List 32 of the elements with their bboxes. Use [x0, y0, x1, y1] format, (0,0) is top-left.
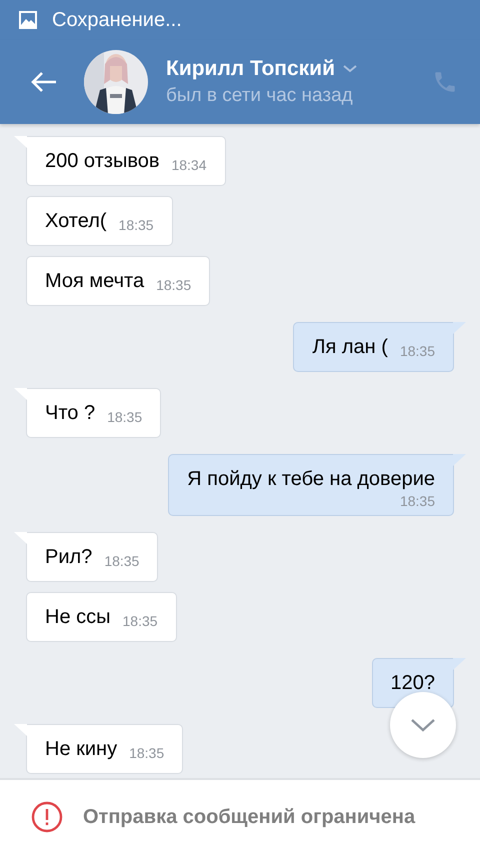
scroll-down-button[interactable]: [390, 692, 456, 758]
message-text: 120?: [390, 671, 435, 695]
message-time: 18:34: [171, 157, 207, 173]
warning-icon: [31, 801, 63, 833]
chevron-down-icon[interactable]: [343, 65, 358, 73]
message-text: Хотел(: [45, 209, 107, 233]
message-time: 18:35: [400, 493, 435, 509]
notification-text: Сохранение...: [52, 8, 182, 32]
message-text: Не кину: [45, 737, 118, 761]
message-text: Я пойду к тебе на доверие: [187, 467, 435, 491]
message-time: 18:35: [107, 409, 142, 425]
message-text: Ля лан (: [312, 335, 388, 359]
chevron-down-icon: [410, 718, 436, 732]
message-time: 18:35: [104, 553, 140, 569]
message-bubble[interactable]: Хотел( 18:35: [26, 196, 173, 246]
message-time: 18:35: [118, 217, 154, 233]
restriction-notice: Отправка сообщений ограничена: [83, 806, 416, 828]
message-time: 18:35: [156, 277, 192, 293]
message-bubble[interactable]: Моя мечта 18:35: [26, 256, 210, 306]
back-icon[interactable]: [30, 70, 58, 94]
message-text: Рил?: [45, 545, 92, 569]
message-time: 18:35: [122, 613, 158, 629]
message-time: 18:35: [129, 745, 164, 761]
message-text: Что ?: [45, 401, 96, 425]
message-text: 200 отзывов: [45, 149, 160, 173]
message-text: Моя мечта: [45, 269, 144, 293]
message-bubble[interactable]: Не ссы 18:35: [26, 592, 177, 642]
image-icon: [18, 10, 38, 30]
message-text: Не ссы: [45, 605, 110, 629]
message-time: 18:35: [400, 343, 435, 359]
last-seen-text: был в сети час назад: [166, 85, 354, 107]
contact-name[interactable]: Кирилл Топский: [166, 57, 336, 81]
